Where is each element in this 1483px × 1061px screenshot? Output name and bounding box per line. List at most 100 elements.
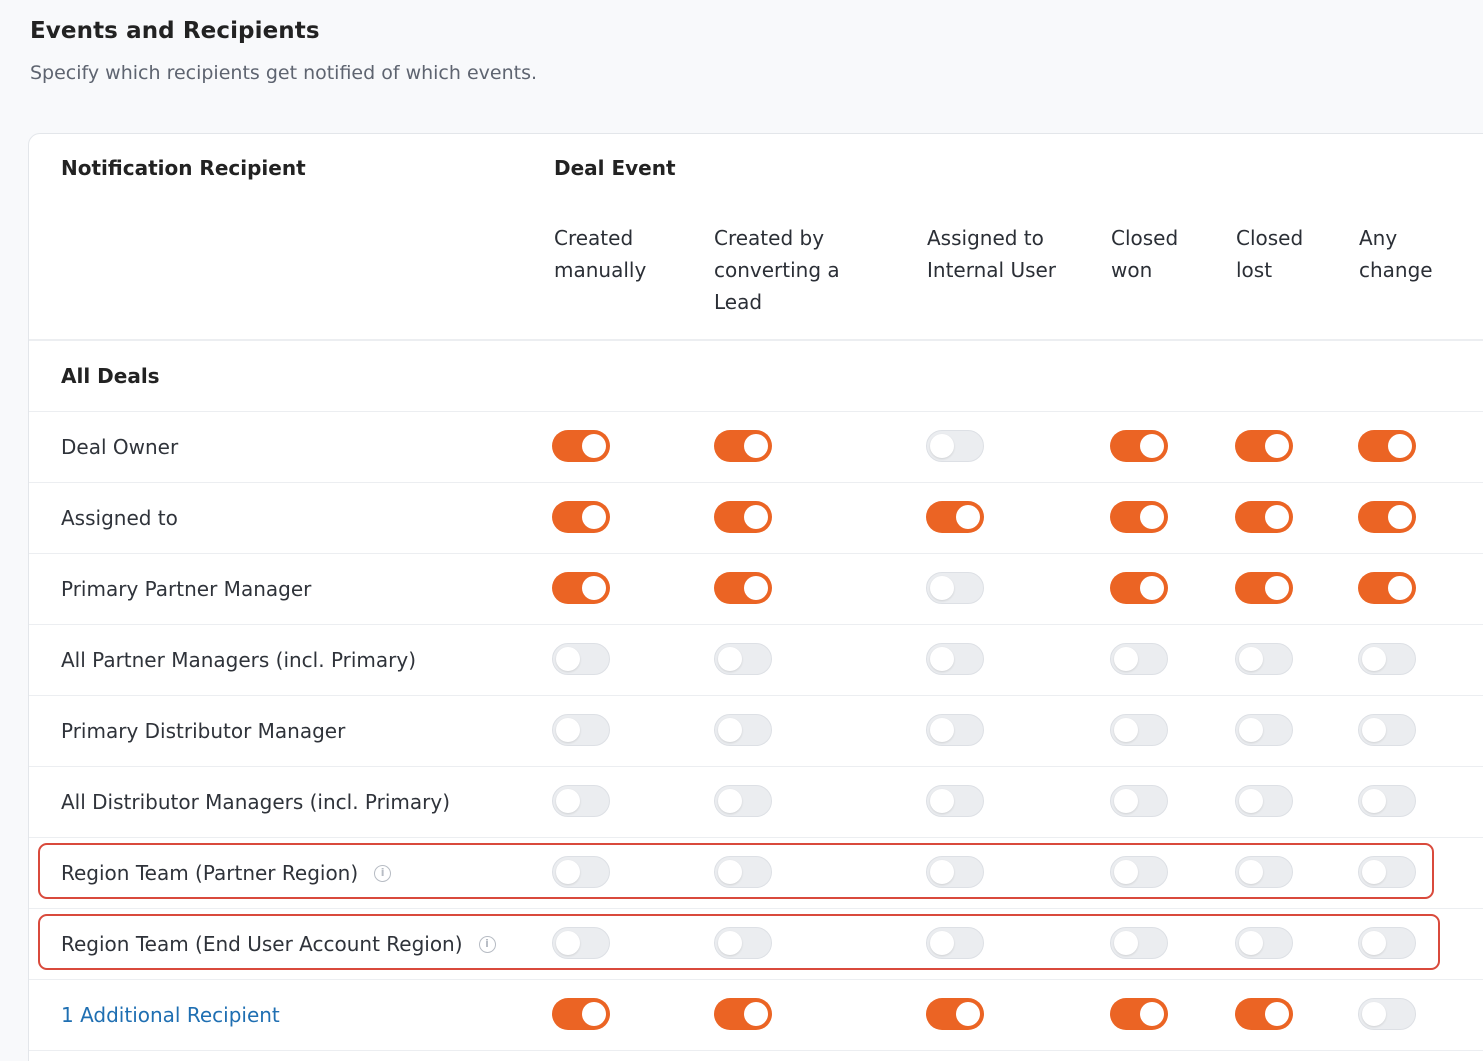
- toggle-created-by-converting-lead[interactable]: [714, 430, 772, 462]
- recipient-label-text: Assigned to: [61, 506, 178, 530]
- toggle-assigned-to-internal-user[interactable]: [926, 572, 984, 604]
- toggle-assigned-to-internal-user[interactable]: [926, 643, 984, 675]
- toggle-any-change[interactable]: [1358, 785, 1416, 817]
- toggle-any-change[interactable]: [1358, 501, 1416, 533]
- toggle-closed-won[interactable]: [1110, 998, 1168, 1030]
- recipient-label: Primary Distributor Manager: [61, 696, 345, 766]
- row-divider: [29, 1050, 1483, 1052]
- toggle-assigned-to-internal-user[interactable]: [926, 998, 984, 1030]
- toggle-closed-lost[interactable]: [1235, 643, 1293, 675]
- toggle-created-manually[interactable]: [552, 501, 610, 533]
- toggle-knob: [1114, 788, 1138, 813]
- column-header-assigned-to-internal-user: Assigned to Internal User: [927, 222, 1056, 286]
- toggle-closed-won[interactable]: [1110, 430, 1168, 462]
- column-header-closed-won: Closed won: [1111, 222, 1178, 286]
- toggle-knob: [1114, 717, 1138, 742]
- toggle-created-by-converting-lead[interactable]: [714, 572, 772, 604]
- toggle-any-change[interactable]: [1358, 572, 1416, 604]
- toggle-knob: [718, 788, 742, 813]
- column-header-line: converting a: [714, 258, 840, 282]
- toggle-created-manually[interactable]: [552, 643, 610, 675]
- toggle-knob: [1362, 646, 1386, 671]
- column-header-line: won: [1111, 258, 1153, 282]
- recipient-label: Deal Owner: [61, 412, 178, 482]
- toggle-knob: [1140, 505, 1164, 529]
- toggle-created-by-converting-lead[interactable]: [714, 714, 772, 746]
- toggle-knob: [1140, 434, 1164, 458]
- toggle-closed-lost[interactable]: [1235, 572, 1293, 604]
- toggle-closed-lost[interactable]: [1235, 501, 1293, 533]
- toggle-created-manually[interactable]: [552, 785, 610, 817]
- toggle-assigned-to-internal-user[interactable]: [926, 501, 984, 533]
- notification-recipient-header: Notification Recipient: [61, 156, 306, 180]
- toggle-knob: [930, 433, 954, 458]
- column-header-line: change: [1359, 258, 1433, 282]
- recipient-label: All Partner Managers (incl. Primary): [61, 625, 416, 695]
- toggle-created-by-converting-lead[interactable]: [714, 501, 772, 533]
- column-header-line: Closed: [1111, 226, 1179, 250]
- toggle-knob: [718, 646, 742, 671]
- section-subtitle: Specify which recipients get notified of…: [30, 62, 538, 84]
- toggle-knob: [744, 1002, 768, 1026]
- toggle-knob: [1140, 576, 1164, 600]
- toggle-knob: [556, 788, 580, 813]
- toggle-knob: [582, 434, 606, 458]
- section-title: Events and Recipients: [30, 18, 320, 44]
- column-header-line: Closed: [1236, 226, 1304, 250]
- recipient-label-text: 1 Additional Recipient: [61, 1003, 280, 1027]
- toggle-created-by-converting-lead[interactable]: [714, 998, 772, 1030]
- column-header-created-by-converting-lead: Created by converting a Lead: [714, 222, 840, 318]
- toggle-created-by-converting-lead[interactable]: [714, 785, 772, 817]
- group-label: All Deals: [61, 364, 160, 388]
- deal-event-header: Deal Event: [554, 156, 676, 180]
- group-row-all-deals: All Deals: [29, 339, 1483, 410]
- toggle-closed-won[interactable]: [1110, 501, 1168, 533]
- toggle-closed-lost[interactable]: [1235, 998, 1293, 1030]
- toggle-knob: [1362, 717, 1386, 742]
- toggle-closed-won[interactable]: [1110, 643, 1168, 675]
- toggle-closed-lost[interactable]: [1235, 430, 1293, 462]
- toggle-knob: [1362, 1001, 1386, 1026]
- toggle-knob: [582, 576, 606, 600]
- toggle-knob: [1265, 576, 1289, 600]
- toggle-assigned-to-internal-user[interactable]: [926, 714, 984, 746]
- toggle-knob: [556, 646, 580, 671]
- toggle-closed-won[interactable]: [1110, 572, 1168, 604]
- highlight-box: [38, 843, 1434, 899]
- toggle-knob: [556, 717, 580, 742]
- toggle-any-change[interactable]: [1358, 643, 1416, 675]
- toggle-assigned-to-internal-user[interactable]: [926, 430, 984, 462]
- toggle-any-change[interactable]: [1358, 430, 1416, 462]
- recipient-label: Primary Partner Manager: [61, 554, 311, 624]
- additional-recipient-link[interactable]: 1 Additional Recipient: [61, 980, 280, 1050]
- toggle-created-by-converting-lead[interactable]: [714, 643, 772, 675]
- toggle-created-manually[interactable]: [552, 714, 610, 746]
- toggle-knob: [1362, 788, 1386, 813]
- toggle-knob: [744, 576, 768, 600]
- toggle-any-change[interactable]: [1358, 998, 1416, 1030]
- toggle-created-manually[interactable]: [552, 430, 610, 462]
- toggle-closed-won[interactable]: [1110, 785, 1168, 817]
- toggle-closed-lost[interactable]: [1235, 785, 1293, 817]
- toggle-knob: [1239, 646, 1263, 671]
- column-header-line: Lead: [714, 290, 763, 314]
- toggle-knob: [1265, 1002, 1289, 1026]
- toggle-closed-won[interactable]: [1110, 714, 1168, 746]
- toggle-any-change[interactable]: [1358, 714, 1416, 746]
- toggle-created-manually[interactable]: [552, 998, 610, 1030]
- recipient-label-text: Primary Partner Manager: [61, 577, 312, 601]
- column-header-line: lost: [1236, 258, 1273, 282]
- toggle-assigned-to-internal-user[interactable]: [926, 785, 984, 817]
- toggle-closed-lost[interactable]: [1235, 714, 1293, 746]
- toggle-created-manually[interactable]: [552, 572, 610, 604]
- recipient-label-text: All Partner Managers (incl. Primary): [61, 648, 417, 672]
- column-header-created-manually: Created manually: [554, 222, 646, 286]
- toggle-knob: [956, 1002, 980, 1026]
- toggle-knob: [582, 1002, 606, 1026]
- toggle-knob: [1239, 788, 1263, 813]
- recipient-label: All Distributor Managers (incl. Primary): [61, 767, 450, 837]
- column-header-line: Any: [1359, 226, 1398, 250]
- toggle-knob: [744, 434, 768, 458]
- toggle-knob: [1239, 717, 1263, 742]
- column-header-any-change: Any change: [1359, 222, 1433, 286]
